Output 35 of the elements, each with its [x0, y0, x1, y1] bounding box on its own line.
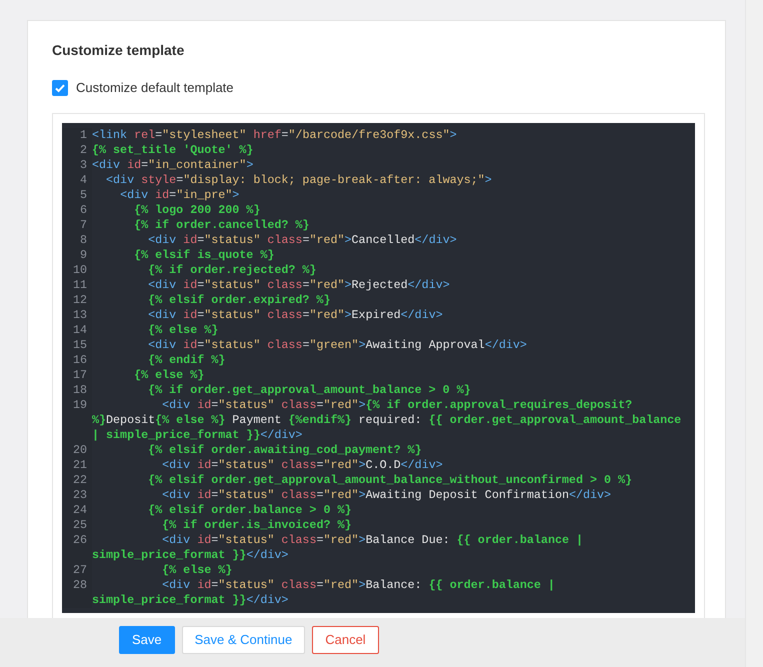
code-line: <link rel="stylesheet" href="/barcode/fre3of9x.css">	[92, 128, 458, 142]
checkbox[interactable]	[52, 80, 68, 96]
code-line: {% elsif order.expired? %}	[147, 292, 332, 308]
code-line: {% if order.get_approval_amount_balance > 0 %}	[147, 382, 472, 398]
checkbox-label: Customize default template	[76, 79, 234, 97]
cancel-button[interactable]: Cancel	[312, 626, 379, 654]
code-line: <div id="status" class="red">Balance: {{ order.balance | simple_price_format }}</div>	[92, 578, 556, 608]
section-title: Customize template	[52, 41, 186, 59]
code-line: {% if order.rejected? %}	[147, 262, 318, 278]
code-line: {% elsif order.get_approval_amount_balance_without_unconfirmed > 0 %}	[147, 472, 634, 488]
code-line: {% else %}	[147, 322, 220, 338]
code-line: <div id="in_container">	[92, 158, 254, 172]
code-line: <div id="status" class="red">Awaiting Deposit Confirmation</div>	[161, 488, 612, 502]
code-line: {% if order.is_invoiced? %}	[161, 518, 353, 532]
code-line: {% elsif order.balance > 0 %}	[147, 502, 353, 518]
code-line: {% if order.cancelled? %}	[133, 218, 310, 232]
code-line: {% elsif order.awaiting_cod_payment? %}	[147, 442, 423, 458]
code-line: <div style="display: block; page-break-after: always;">	[105, 172, 493, 188]
code-line: {% logo 200 200 %}	[133, 202, 262, 218]
code-line: {% set_title 'Quote' %}	[92, 142, 254, 158]
code-line: {% else %}	[133, 368, 206, 382]
code-line: <div id="status" class="red">{% if order.approval_requires_deposit? %}Deposit{% else %} Payment {%endif%} required: {{ order.get_approval_amount_balance | simple_price_format }}</div>	[92, 398, 682, 442]
code-line: {% else %}	[161, 562, 234, 578]
code-line: <div id="status" class="red">C.O.D</div>	[161, 458, 444, 472]
code-line: <div id="status" class="green">Awaiting Approval</div>	[147, 338, 528, 352]
code-line: <div id="status" class="red">Cancelled</div>	[147, 232, 458, 248]
code-line: <div id="in_pre">	[119, 188, 240, 202]
code-line: {% endif %}	[147, 352, 226, 368]
save-button[interactable]: Save	[119, 626, 175, 654]
check-icon	[54, 82, 66, 94]
code-line: <div id="status" class="red">Expired</div>	[147, 308, 444, 322]
code-line: <div id="status" class="red">Balance Due: {{ order.balance | simple_price_format }}</div>	[92, 532, 584, 562]
code-line: {% elsif is_quote %}	[133, 248, 276, 262]
save-button[interactable]: Save & Continue	[182, 626, 306, 654]
code-line: <div id="status" class="red">Rejected</div>	[147, 278, 451, 292]
